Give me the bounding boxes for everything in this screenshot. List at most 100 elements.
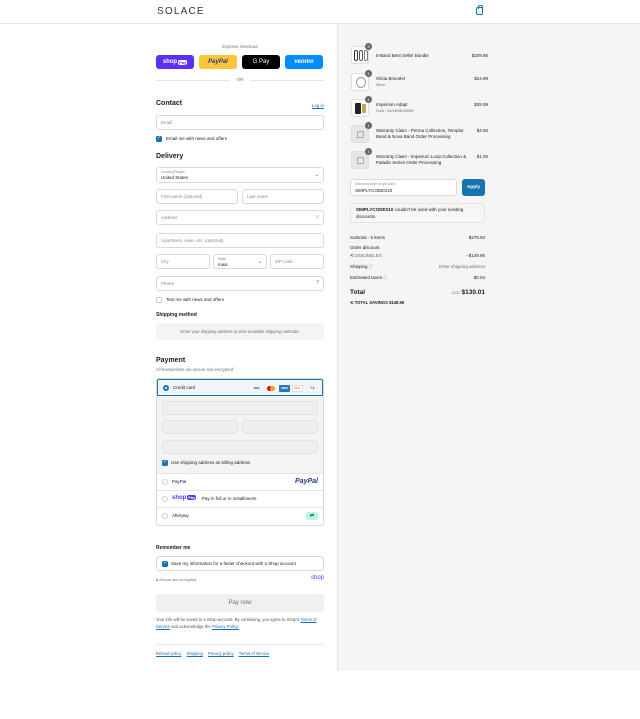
last-name-field[interactable]: Last name xyxy=(242,189,324,204)
chevron-down-icon: ⌄ xyxy=(314,172,319,178)
item-price: $209.95 xyxy=(471,53,488,58)
footer-divider xyxy=(156,644,324,645)
discount-code-row: ⟲ 3XBUNDLES −$149.96 xyxy=(350,253,485,259)
discount-amount: −$149.96 xyxy=(466,253,485,258)
payment-subtitle: All transactions are secure and encrypte… xyxy=(156,367,235,372)
visa-icon: VISA xyxy=(253,387,260,390)
apply-discount-button[interactable]: Apply xyxy=(462,179,485,196)
shop-pay-option[interactable]: shop Pay Pay in full or in installments xyxy=(157,491,323,508)
discount-code-input[interactable]: Discount code or gift card SIMPLYCODES10 xyxy=(350,179,457,196)
zip-field[interactable]: ZIP code xyxy=(270,254,324,269)
first-name-field[interactable]: First name (optional) xyxy=(156,189,238,204)
savings-amount: $149.96 xyxy=(389,300,405,305)
name-on-card-field[interactable] xyxy=(162,440,318,454)
subtotal-label: Subtotal · 5 items xyxy=(350,235,386,240)
contact-title: Contact xyxy=(156,100,183,107)
phone-placeholder: Phone xyxy=(161,281,175,286)
first-name-placeholder: First name (optional) xyxy=(161,194,203,199)
login-link[interactable]: Log in xyxy=(312,103,324,108)
remember-me-title: Remember me xyxy=(156,545,191,551)
save-info-label: Save my information for a faster checkou… xyxy=(171,561,296,566)
quantity-badge: 1 xyxy=(365,148,372,155)
item-variant: Silver xyxy=(376,83,386,87)
item-name: Imperium Adapt xyxy=(376,102,408,107)
venmo-button[interactable]: venmo xyxy=(285,55,323,69)
terms-of-service-link[interactable]: Terms of service xyxy=(239,651,269,656)
total-amount: $130.01 xyxy=(461,289,486,296)
item-variant: Gold / 44/45/46/49MM xyxy=(376,109,414,113)
footer-links: Refund policy Shipping Privacy policy Te… xyxy=(156,651,269,656)
apartment-placeholder: Apartment, suite, etc. (optional) xyxy=(161,238,224,243)
item-name: Warranty Claim - Imperium Loop Collectio… xyxy=(376,154,467,165)
paypal-radio[interactable] xyxy=(162,479,168,485)
shipping-row: Shipping ⓘ Enter shipping address xyxy=(350,264,485,270)
order-summary: 3 5-Band Best Seller Bundle $209.95 1 Ol… xyxy=(337,24,640,671)
shop-pay-badge: Pay xyxy=(178,59,188,65)
security-code-field[interactable] xyxy=(242,420,318,434)
item-price: $39.99 xyxy=(474,102,488,107)
discount-error-message: SIMPLYCODES10 couldn’t be used with your… xyxy=(350,203,485,223)
quantity-badge: 1 xyxy=(365,96,372,103)
last-name-placeholder: Last name xyxy=(247,194,269,199)
card-number-field[interactable] xyxy=(162,401,318,415)
refund-policy-link[interactable]: Refund policy xyxy=(156,651,181,656)
phone-field[interactable]: Phone ? xyxy=(156,276,324,291)
text-news-checkbox[interactable] xyxy=(156,297,162,303)
google-pay-button[interactable]: G Pay xyxy=(242,55,280,69)
item-name: 5-Band Best Seller Bundle xyxy=(376,53,429,58)
info-icon[interactable]: ⓘ xyxy=(369,264,373,269)
privacy-link[interactable]: Privacy Policy. xyxy=(212,624,239,629)
order-discount-label: Order discount xyxy=(350,245,380,250)
privacy-policy-link[interactable]: Privacy policy xyxy=(208,651,234,656)
shop-pay-button[interactable]: shop Pay xyxy=(156,55,194,69)
billing-same-checkbox[interactable] xyxy=(162,459,168,466)
paypal-option[interactable]: PayPal PayPal xyxy=(157,474,323,491)
quantity-badge: 1 xyxy=(365,70,372,77)
address-field[interactable]: Address ⌕ xyxy=(156,210,324,225)
shipping-policy-link[interactable]: Shipping xyxy=(187,651,203,656)
payment-methods: Credit card VISA AMEX DISC +4 Use shippi… xyxy=(156,378,324,526)
country-select[interactable]: Country/Region United States ⌄ xyxy=(156,167,324,183)
express-checkout-title: Express checkout xyxy=(222,44,258,49)
cart-item: 3 5-Band Best Seller Bundle $209.95 xyxy=(351,43,488,66)
brand-logo[interactable]: SOLACE xyxy=(157,6,205,17)
email-field[interactable]: Email xyxy=(156,115,324,130)
item-price: $24.99 xyxy=(474,76,488,81)
afterpay-label: Afterpay xyxy=(172,513,189,518)
cart-item: 1 Imperium Adapt Gold / 44/45/46/49MM $3… xyxy=(351,96,488,119)
total-row: Total USD $130.01 xyxy=(350,289,485,296)
taxes-label: Estimated taxes xyxy=(350,275,383,280)
apartment-field[interactable]: Apartment, suite, etc. (optional) xyxy=(156,233,324,248)
help-icon[interactable]: ? xyxy=(316,280,319,286)
email-news-checkbox[interactable] xyxy=(156,135,162,142)
country-label: Country/Region xyxy=(161,170,186,174)
secure-text: Secure and encrypted xyxy=(159,578,197,582)
city-field[interactable]: City xyxy=(156,254,210,269)
save-info-checkbox[interactable] xyxy=(162,560,168,567)
cart-item: 1 Warranty Claim - Imperium Loop Collect… xyxy=(351,148,488,171)
shipping-label: Shipping xyxy=(350,264,368,269)
cart-item: 1 Warranty Claim - Perma Collection, Tem… xyxy=(351,122,488,145)
error-code: SIMPLYCODES10 xyxy=(356,207,394,212)
tag-icon: ⟲ xyxy=(350,253,354,258)
afterpay-logo-icon: ⇄ xyxy=(306,512,318,520)
shop-pay-radio[interactable] xyxy=(162,496,168,502)
credit-card-option[interactable]: Credit card VISA AMEX DISC +4 xyxy=(157,379,323,396)
state-select[interactable]: State Iowa ⌄ xyxy=(213,254,267,269)
expiration-date-field[interactable] xyxy=(162,420,238,434)
paypal-button[interactable]: PayPal xyxy=(199,55,237,69)
savings-tag-icon: ⟲ xyxy=(350,300,354,305)
subtotal-value: $279.93 xyxy=(468,235,485,240)
item-price: $1.00 xyxy=(476,154,488,159)
secure-note: 🔒︎ Secure and encrypted xyxy=(156,578,196,582)
currency-code: USD xyxy=(451,291,460,295)
afterpay-option[interactable]: Afterpay ⇄ xyxy=(157,508,323,525)
shopping-bag-icon[interactable] xyxy=(476,5,483,15)
info-icon[interactable]: ⓘ xyxy=(383,275,387,280)
credit-card-radio[interactable] xyxy=(163,385,169,391)
state-label: State xyxy=(218,257,227,261)
shipping-method-title: Shipping method xyxy=(156,312,197,318)
afterpay-radio[interactable] xyxy=(162,513,168,519)
pay-now-button[interactable]: Pay now xyxy=(156,594,324,612)
email-placeholder: Email xyxy=(161,120,173,125)
